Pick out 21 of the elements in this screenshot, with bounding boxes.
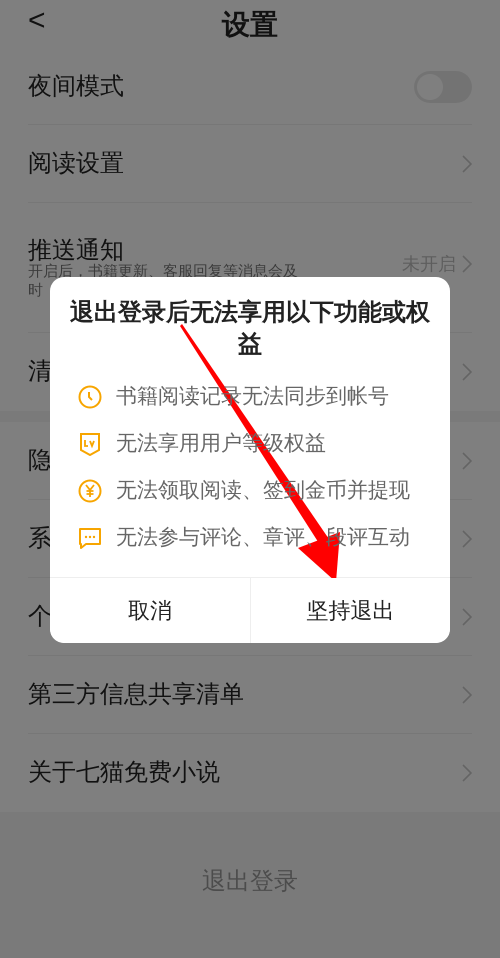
- chevron-right-icon: [462, 686, 472, 704]
- confirm-logout-button[interactable]: 坚持退出: [250, 578, 450, 643]
- dialog-title: 退出登录后无法享用以下功能或权益: [69, 298, 432, 360]
- chevron-right-icon: [462, 452, 472, 470]
- row-description: 时: [28, 280, 44, 300]
- level-badge-icon: [78, 432, 102, 456]
- row-label[interactable]: 夜间模式: [28, 72, 414, 102]
- chevron-right-icon: [462, 154, 472, 172]
- row-label[interactable]: 阅读设置: [28, 148, 462, 178]
- chevron-right-icon: [462, 363, 472, 381]
- chevron-right-icon: [462, 255, 472, 273]
- chevron-right-icon: [462, 608, 472, 626]
- page-title: 设置: [222, 8, 278, 42]
- back-button[interactable]: <: [28, 6, 46, 36]
- row-label[interactable]: 关于七猫免费小说: [28, 758, 462, 788]
- chat-bubble-icon: [78, 526, 102, 550]
- clock-icon: [78, 384, 102, 408]
- chevron-right-icon: [462, 530, 472, 548]
- row-label[interactable]: 第三方信息共享清单: [28, 680, 462, 710]
- yen-coin-icon: [78, 478, 102, 502]
- chevron-right-icon: [462, 764, 472, 782]
